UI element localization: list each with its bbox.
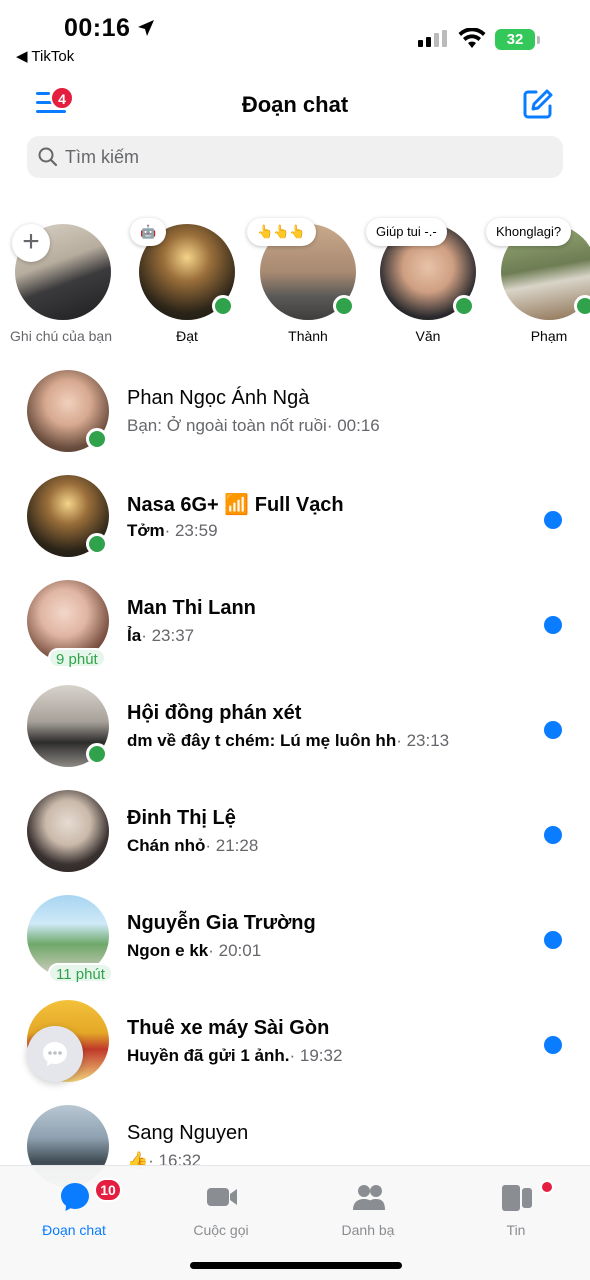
story-item-thanh[interactable]: 👆👆👆 Thành (247, 212, 361, 352)
stories-icon (502, 1185, 532, 1211)
chat-row[interactable]: Đinh Thị Lệ Chán nhỏ· 21:28 (0, 788, 590, 888)
story-item-van[interactable]: Giúp tui -.- Văn (366, 212, 481, 352)
tab-label: Cuộc gọi (193, 1222, 249, 1238)
compose-icon[interactable] (522, 88, 554, 120)
unread-indicator (544, 826, 562, 844)
people-icon (353, 1185, 385, 1210)
status-time: 00:16 (64, 14, 131, 42)
tab-label: Đoạn chat (42, 1222, 106, 1238)
story-name: Ghi chú của bạn (10, 328, 112, 344)
story-name: Đạt (176, 328, 198, 344)
battery-icon: 32 (495, 29, 535, 50)
online-indicator (453, 295, 475, 317)
chat-row[interactable]: 11 phút Nguyễn Gia Trường Ngon e kk· 20:… (0, 893, 590, 993)
chat-name: Đinh Thị Lệ (127, 807, 236, 829)
plus-icon[interactable]: + (12, 224, 50, 262)
back-to-app-link[interactable]: ◀ TikTok (16, 47, 74, 65)
chat-name: Nguyễn Gia Trường (127, 912, 316, 934)
search-bar[interactable] (27, 136, 563, 178)
note-bubble: Giúp tui -.- (366, 218, 447, 246)
chat-row[interactable]: 9 phút Man Thi Lann Ỉa· 23:37 (0, 578, 590, 678)
story-name: Văn (415, 328, 441, 344)
story-item-pham[interactable]: Khonglagi? Phạm (486, 212, 590, 352)
online-indicator (86, 743, 108, 765)
last-active-badge: 11 phút (48, 963, 113, 983)
chat-bubble-icon (43, 1042, 67, 1066)
online-indicator (333, 295, 355, 317)
chat-row[interactable]: Thuê xe máy Sài Gòn Huyền đã gửi 1 ảnh.·… (0, 998, 590, 1098)
chat-preview: Ngon e kk· 20:01 (127, 941, 262, 960)
avatar (27, 790, 109, 872)
online-indicator (212, 295, 234, 317)
signal-icon (418, 30, 447, 47)
floating-chat-head[interactable] (27, 1026, 83, 1082)
online-indicator (574, 295, 590, 317)
last-active-badge: 9 phút (48, 648, 106, 668)
chat-preview: Tởm· 23:59 (127, 521, 218, 540)
note-bubble: Khonglagi? (486, 218, 572, 246)
wifi-icon (458, 28, 486, 48)
unread-indicator (544, 511, 562, 529)
story-name: Thành (288, 328, 328, 344)
chat-name: Man Thi Lann (127, 597, 256, 619)
unread-indicator (544, 1036, 562, 1054)
tab-label: Tin (506, 1222, 526, 1238)
unread-indicator (544, 721, 562, 739)
chat-name: Phan Ngọc Ánh Ngà (127, 387, 310, 409)
tab-chats[interactable]: 10 Đoạn chat (14, 1174, 134, 1244)
tab-people[interactable]: Danh bạ (308, 1174, 428, 1244)
tab-stories-dot (540, 1180, 554, 1194)
notes-row[interactable]: + Ghi chú của bạn 🤖 Đạt 👆👆👆 Thành Giúp t… (0, 212, 590, 352)
video-camera-icon (207, 1188, 237, 1206)
page-title: Đoạn chat (241, 92, 349, 117)
tab-chats-badge: 10 (94, 1178, 122, 1202)
chat-name: Thuê xe máy Sài Gòn (127, 1017, 330, 1039)
unread-indicator (544, 931, 562, 949)
battery-tip (537, 36, 540, 44)
chat-preview: dm về đây t chém: Lú mẹ luôn hh· 23:13 (127, 731, 450, 750)
home-indicator[interactable] (190, 1262, 402, 1269)
search-icon (38, 147, 58, 167)
story-item-dat[interactable]: 🤖 Đạt (130, 212, 240, 352)
online-indicator (86, 533, 108, 555)
note-bubble: 👆👆👆 (247, 218, 316, 246)
chat-preview: Huyền đã gửi 1 ảnh.· 19:32 (127, 1046, 343, 1065)
unread-indicator (544, 616, 562, 634)
status-bar: 00:16 ◀ TikTok 32 (0, 0, 590, 70)
chat-bubble-icon (61, 1183, 89, 1211)
chat-preview: Bạn: Ở ngoài toàn nốt ruồi· 00:16 (127, 416, 380, 435)
search-input[interactable] (65, 136, 545, 178)
tab-stories[interactable]: Tin (456, 1174, 576, 1244)
chat-preview: Chán nhỏ· 21:28 (127, 836, 259, 855)
chat-preview: Ỉa· 23:37 (127, 626, 195, 645)
online-indicator (86, 428, 108, 450)
chat-name: Sang Nguyen (127, 1122, 249, 1144)
tab-label: Danh bạ (341, 1222, 395, 1238)
chat-name: Nasa 6G+ 📶 Full Vạch (127, 494, 344, 516)
chat-row[interactable]: Hội đồng phán xét dm về đây t chém: Lú m… (0, 683, 590, 783)
chat-row[interactable]: Phan Ngọc Ánh Ngà Bạn: Ở ngoài toàn nốt … (0, 368, 590, 468)
note-bubble: 🤖 (130, 218, 167, 246)
location-arrow-icon (138, 20, 154, 36)
tab-calls[interactable]: Cuộc gọi (161, 1174, 281, 1244)
story-name: Phạm (530, 328, 568, 344)
chat-name: Hội đồng phán xét (127, 702, 302, 724)
app-header: 4 Đoạn chat (0, 82, 590, 128)
chat-row[interactable]: Nasa 6G+ 📶 Full Vạch Tởm· 23:59 (0, 473, 590, 573)
story-item-own-note[interactable]: + Ghi chú của bạn (6, 212, 116, 352)
